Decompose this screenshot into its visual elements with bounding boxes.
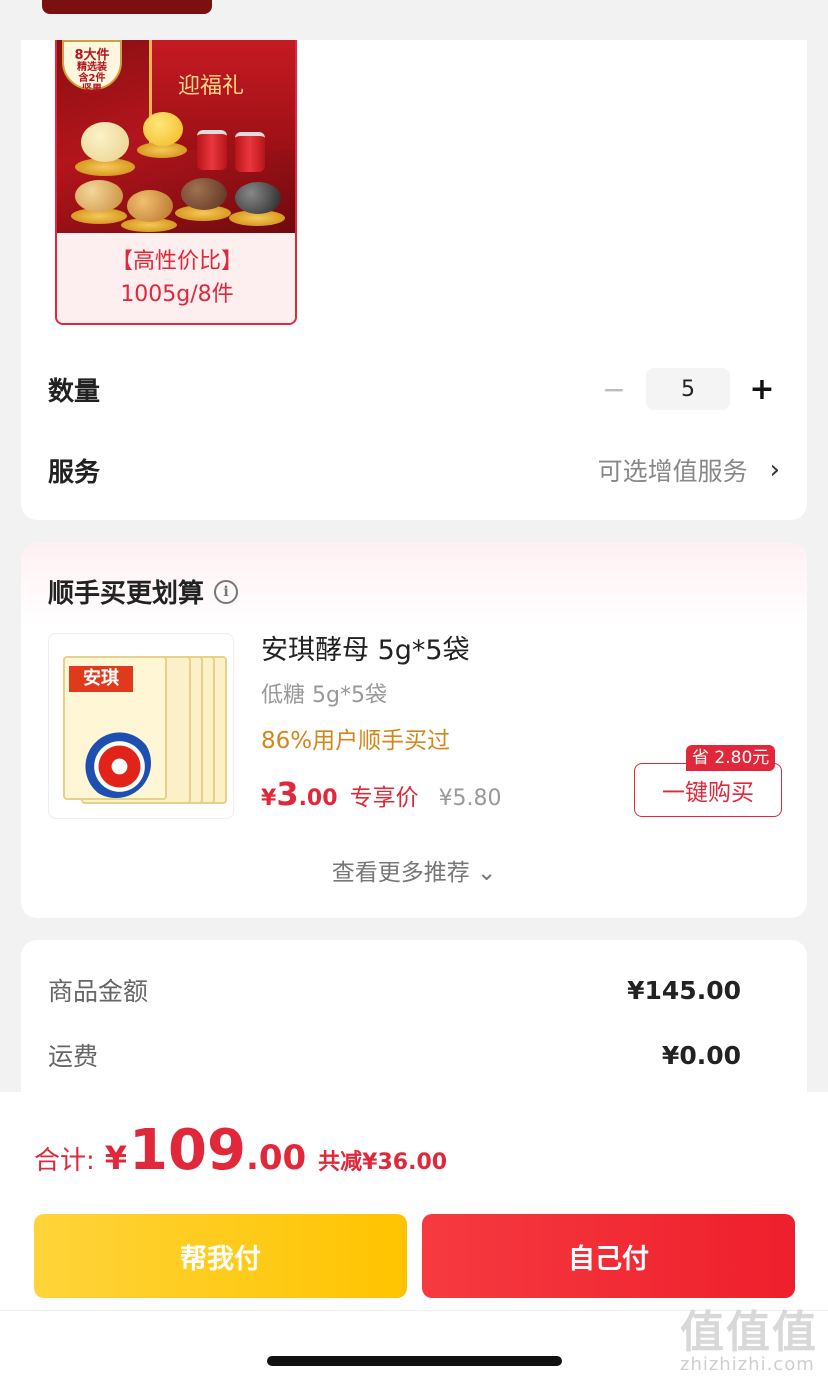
original-price: ¥5.80 [438, 786, 502, 811]
total-saved: 共减¥36.00 [318, 1150, 448, 1175]
home-indicator[interactable] [267, 1356, 562, 1366]
self-pay-button[interactable]: 自己付 [422, 1214, 795, 1298]
nuts-image [181, 178, 227, 210]
previous-sku-tab[interactable] [42, 0, 212, 14]
recommend-card: 顺手买更划算 i 安琪 安琪酵母 5g*5袋 低糖 5g*5袋 86%用户顺手买… [21, 543, 807, 918]
help-pay-button[interactable]: 帮我付 [34, 1214, 407, 1298]
price-integer: 3 [276, 775, 299, 813]
service-row[interactable]: 服务 可选增值服务 › [48, 448, 780, 492]
watermark-logo: 值值值 [680, 1307, 818, 1358]
product-card: 8大件 精选装 含2件 坚果 迎福礼 【高性价比】 1005g/8件 数量 − … [21, 40, 807, 520]
save-badge: 省 2.80元 [686, 745, 776, 771]
quantity-input[interactable]: 5 [646, 368, 730, 410]
price-decimal: .00 [298, 786, 338, 811]
top-strip [0, 0, 828, 40]
nuts-image [81, 122, 129, 162]
gift-box-text: 迎福礼 [178, 74, 245, 99]
info-icon[interactable]: i [214, 579, 239, 604]
can-image [235, 132, 265, 172]
price-tag: 专享价 [349, 785, 419, 811]
nuts-image [127, 190, 173, 222]
total-price: 合计: ¥ 109 .00 共减¥36.00 [34, 1118, 447, 1183]
total-label: 合计: [34, 1146, 95, 1176]
sku-image: 8大件 精选装 含2件 坚果 迎福礼 [57, 40, 295, 233]
nuts-image [75, 180, 123, 212]
quantity-row: 数量 − 5 + [48, 367, 780, 411]
nuts-image [235, 182, 281, 214]
recommend-bought-stat: 86%用户顺手买过 [261, 728, 451, 754]
watermark-text: zhizhizhi.com [680, 1354, 815, 1375]
shipping-value: ¥0.00 [661, 1040, 741, 1070]
quantity-label: 数量 [48, 376, 101, 407]
total-integer: 109 [129, 1118, 246, 1183]
goods-amount-row: 商品金额 ¥145.00 [48, 972, 741, 1008]
can-image [197, 130, 227, 170]
service-value: 可选增值服务 [597, 457, 748, 486]
price-currency: ¥ [261, 786, 277, 811]
recommend-price: ¥ 3 .00 专享价 ¥5.80 [261, 775, 502, 813]
shipping-label: 运费 [48, 1042, 99, 1071]
sku-option-selected[interactable]: 8大件 精选装 含2件 坚果 迎福礼 【高性价比】 1005g/8件 [55, 40, 297, 325]
chevron-right-icon: › [769, 455, 780, 485]
one-click-buy-button[interactable]: 一键购买 [634, 763, 782, 817]
decrease-button[interactable]: − [596, 371, 632, 407]
goods-amount-value: ¥145.00 [627, 975, 741, 1005]
quantity-stepper: − 5 + [596, 368, 780, 410]
total-currency: ¥ [104, 1139, 128, 1177]
recommend-product-spec: 低糖 5g*5袋 [261, 683, 387, 708]
sku-label-line1: 【高性价比】 [110, 249, 243, 274]
recommend-product-image[interactable]: 安琪 [48, 633, 234, 819]
recommend-title: 顺手买更划算 i [48, 573, 239, 610]
nuts-image [143, 112, 183, 146]
watermark: 值值值 zhizhizhi.com [676, 1296, 824, 1380]
more-recommend-link[interactable]: 查看更多推荐 ⌄ [21, 853, 807, 887]
goods-amount-label: 商品金额 [48, 977, 149, 1006]
total-decimal: .00 [245, 1138, 307, 1178]
service-label: 服务 [48, 457, 101, 488]
yeast-swirl-logo [81, 728, 151, 798]
service-selector[interactable]: 可选增值服务 › [598, 452, 780, 488]
brand-logo: 安琪 [69, 666, 133, 692]
recommend-product-name[interactable]: 安琪酵母 5g*5袋 [261, 628, 470, 667]
sku-label: 【高性价比】 1005g/8件 [57, 233, 295, 323]
pack-front-image: 安琪 [63, 656, 167, 800]
sku-badge: 8大件 精选装 含2件 坚果 [62, 40, 122, 95]
increase-button[interactable]: + [744, 371, 780, 407]
shipping-row: 运费 ¥0.00 [48, 1037, 741, 1073]
sku-label-line2: 1005g/8件 [120, 282, 234, 307]
